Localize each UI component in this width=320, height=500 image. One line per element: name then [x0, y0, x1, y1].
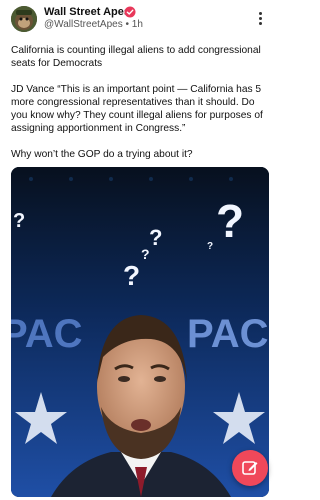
compose-edit-icon	[242, 461, 258, 475]
more-vertical-icon-dot	[258, 17, 262, 20]
post-paragraph: Why won’t the GOP do a trying about it?	[11, 149, 193, 160]
post-header: Wall Street Apes @WallStreetApes • 1h	[0, 0, 279, 36]
svg-text:?: ?	[216, 195, 244, 247]
compose-button[interactable]	[232, 450, 268, 486]
video-still-illustration: ? ? ? ? ? ? PAC PAC	[11, 167, 269, 497]
more-vertical-icon-dot	[258, 22, 262, 25]
more-options-button[interactable]	[254, 10, 266, 28]
author-meta: @WallStreetApes • 1h	[44, 19, 143, 30]
svg-text:?: ?	[141, 246, 150, 262]
author-avatar[interactable]	[11, 6, 37, 32]
svg-text:?: ?	[207, 241, 213, 252]
post-time: 1h	[131, 19, 143, 30]
svg-text:?: ?	[123, 260, 140, 291]
author-handle[interactable]: @WallStreetApes	[44, 19, 123, 30]
ape-avatar-icon	[11, 6, 37, 32]
post-paragraph: JD Vance “This is an important point — C…	[11, 84, 263, 134]
backdrop-text-left: PAC	[11, 312, 82, 356]
backdrop-text-right: PAC	[187, 312, 268, 356]
svg-text:?: ?	[149, 225, 162, 250]
more-vertical-icon	[258, 12, 262, 15]
post-text: California is counting illegal aliens to…	[11, 44, 269, 174]
verified-badge-icon	[124, 6, 136, 18]
svg-text:?: ?	[13, 210, 25, 232]
post-media-image[interactable]: ? ? ? ? ? ? PAC PAC	[11, 167, 269, 497]
author-name[interactable]: Wall Street Apes	[44, 6, 130, 18]
meta-separator: •	[125, 19, 129, 30]
post-paragraph: California is counting illegal aliens to…	[11, 45, 261, 69]
